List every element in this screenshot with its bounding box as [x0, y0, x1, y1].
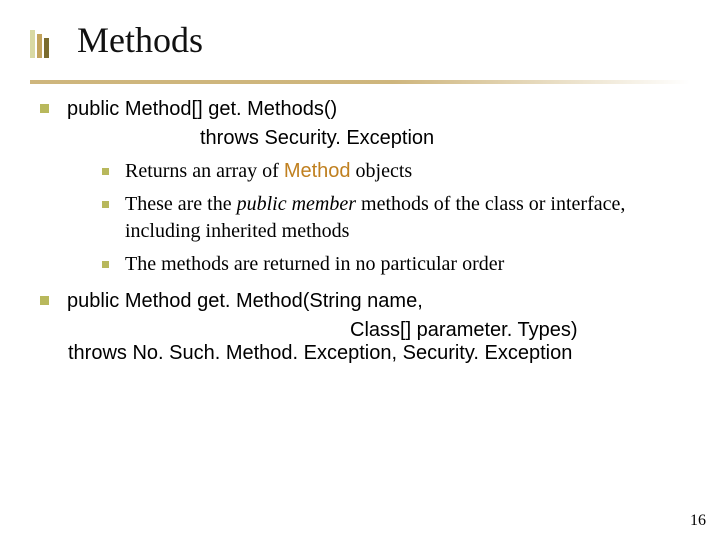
- bullet-1: public Method[] get. Methods(): [40, 96, 680, 123]
- bullet-2-line1: public Method get. Method(String name,: [67, 288, 680, 315]
- bullet-1-line2: throws Security. Exception: [200, 127, 680, 150]
- slide-body: public Method[] get. Methods() throws Se…: [40, 96, 680, 365]
- bullet-icon: [40, 296, 49, 305]
- slide: Methods public Method[] get. Methods() t…: [0, 0, 720, 540]
- bullet-2-line2: Class[] parameter. Types): [350, 319, 680, 342]
- title-block: Methods: [30, 22, 203, 58]
- bullet-1-sub-3: The methods are returned in no particula…: [102, 251, 680, 278]
- bullet-2-line3: throws No. Such. Method. Exception, Secu…: [68, 342, 680, 365]
- title-decoration: [30, 30, 51, 58]
- bullet-icon: [102, 168, 109, 175]
- bullet-2: public Method get. Method(String name,: [40, 288, 680, 315]
- bullet-1-sub-1: Returns an array of Method objects: [102, 158, 680, 185]
- bullet-1-sub-2: These are the public member methods of t…: [102, 191, 680, 245]
- bullet-1-line1: public Method[] get. Methods(): [67, 96, 680, 123]
- bullet-icon: [102, 261, 109, 268]
- title-underline: [30, 80, 690, 84]
- bullet-icon: [40, 104, 49, 113]
- page-number: 16: [690, 512, 706, 530]
- slide-title: Methods: [77, 22, 203, 58]
- bullet-icon: [102, 201, 109, 208]
